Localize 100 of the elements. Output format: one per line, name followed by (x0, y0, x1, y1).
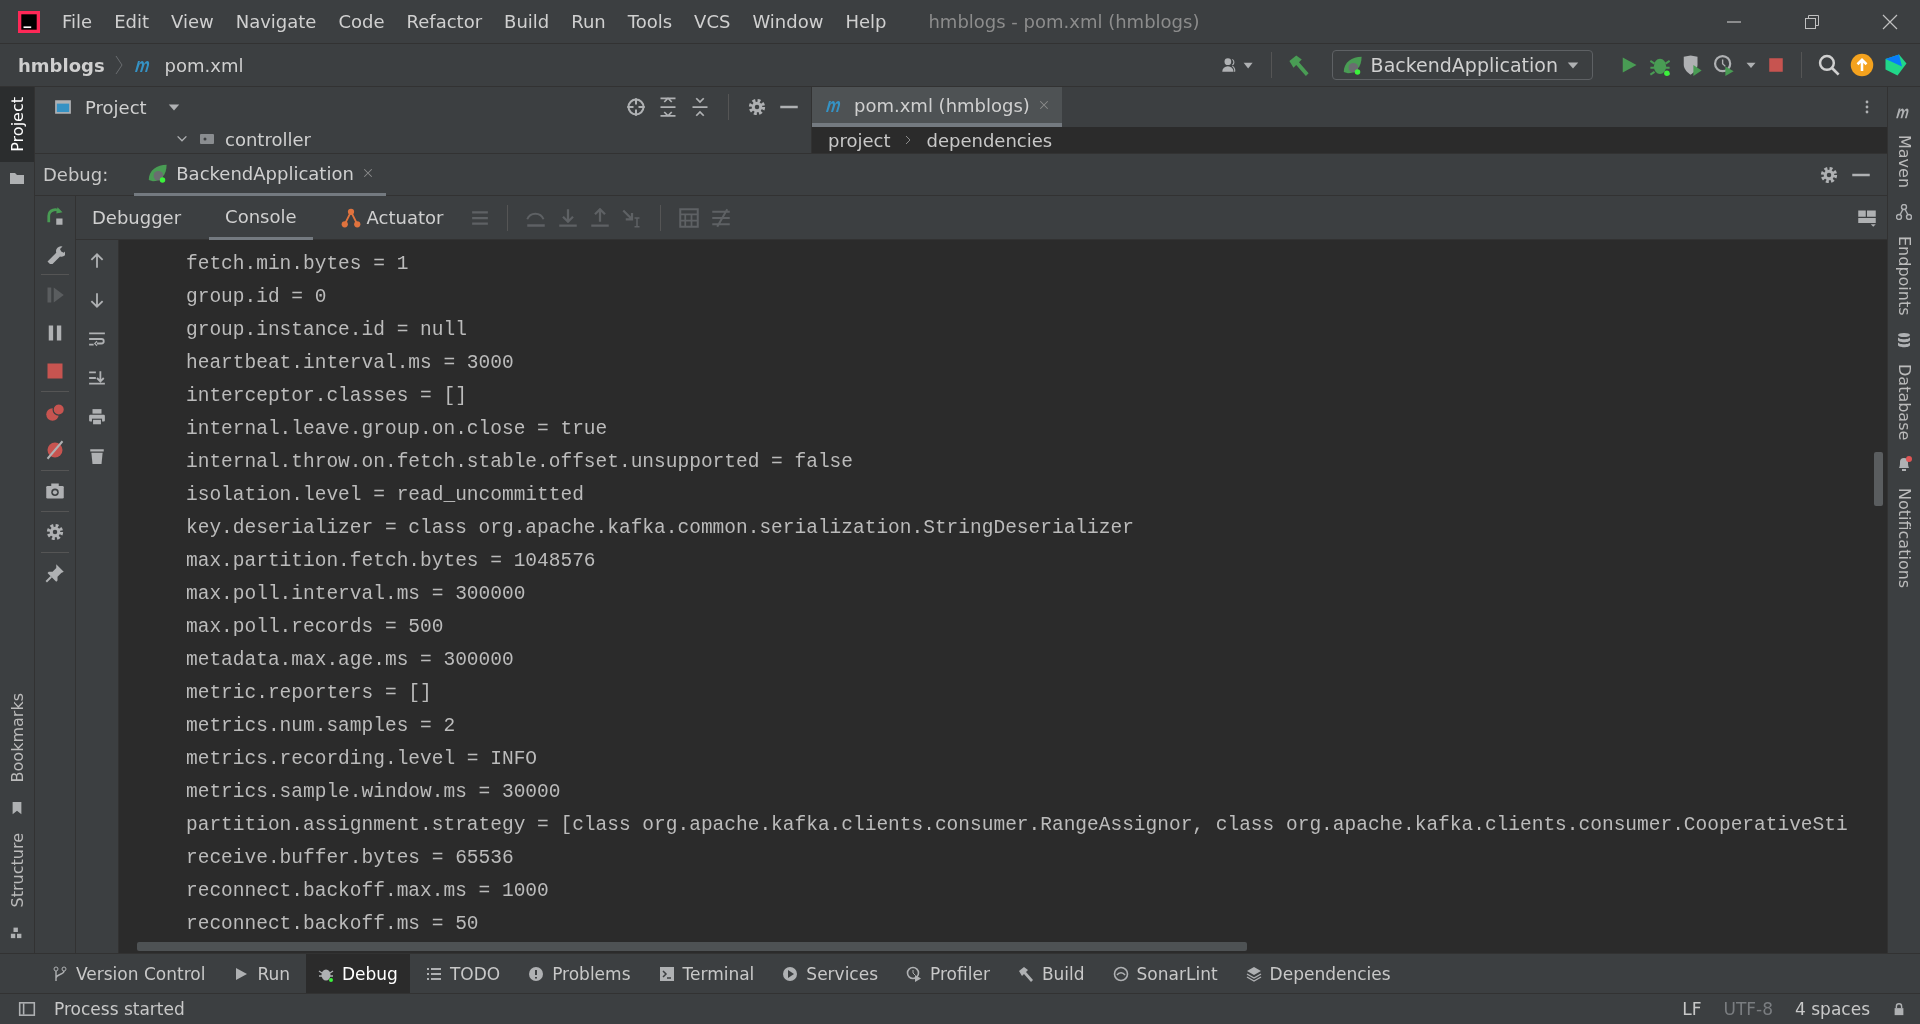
menu-item[interactable]: Refactor (406, 11, 483, 32)
console-line: partition.assignment.strategy = [class org.apache.kafka.clients.consumer.RangeAssignor, class org.apache.kafka.clients.consumer.CooperativeSti (186, 813, 1848, 838)
console-line: metrics.sample.window.ms = 30000 (186, 780, 561, 805)
hammer-icon[interactable] (1287, 54, 1310, 76)
tool-window-tab[interactable]: Notifications (1887, 477, 1920, 599)
close-icon[interactable] (1882, 13, 1898, 30)
menu-item[interactable]: Window (752, 11, 824, 32)
mute-breakpoints-icon[interactable] (45, 440, 65, 460)
tool-window-tab[interactable]: Project (0, 87, 34, 162)
menu-item[interactable]: Navigate (235, 11, 317, 32)
window-title: hmblogs - pom.xml (hmblogs) (928, 11, 1200, 32)
tab-label: BackendApplication (176, 162, 354, 184)
terminal-icon (658, 965, 675, 982)
up-arrow-icon[interactable] (88, 252, 106, 270)
menu-item[interactable]: Code (338, 11, 385, 32)
run-configuration-dropdown[interactable]: BackendApplication (1331, 50, 1593, 80)
hammer-icon (1017, 965, 1034, 982)
expand-all-icon[interactable] (658, 97, 678, 117)
trash-icon[interactable] (88, 447, 106, 465)
menu-item[interactable]: File (62, 11, 93, 32)
stop-icon[interactable] (45, 361, 65, 381)
window-icon (53, 98, 73, 116)
pin-icon[interactable] (45, 563, 65, 583)
tool-window-button[interactable]: Profiler (894, 954, 1002, 993)
editor-tab[interactable]: pom.xml (hmblogs) (812, 87, 1062, 127)
target-icon[interactable] (626, 97, 646, 117)
shield-icon[interactable] (1681, 54, 1703, 76)
database-icon[interactable] (1896, 331, 1912, 348)
bookmark-icon[interactable] (10, 800, 24, 815)
tool-window-button[interactable]: Problems (516, 954, 643, 993)
tool-window-button[interactable]: Debug (306, 954, 410, 993)
tool-window-button[interactable]: Terminal (646, 954, 767, 993)
down-arrow-icon[interactable] (88, 291, 106, 309)
tool-window-tab[interactable]: Endpoints (1887, 226, 1920, 326)
tool-window-button[interactable]: SonarLint (1100, 954, 1230, 993)
scrollbar[interactable] (1874, 452, 1883, 506)
line-separator[interactable]: LF (1682, 999, 1702, 1019)
lock-icon[interactable] (1892, 1002, 1906, 1016)
stop-icon[interactable] (1767, 56, 1785, 74)
tool-window-button[interactable]: TODO (413, 954, 513, 993)
soft-wrap-icon[interactable] (88, 330, 106, 348)
profiler-icon[interactable] (1713, 54, 1735, 76)
rerun-icon[interactable] (45, 206, 65, 226)
branch-icon (52, 965, 68, 982)
structure-icon[interactable] (10, 925, 24, 939)
settings-icon[interactable] (747, 97, 767, 117)
console-line: reconnect.backoff.max.ms = 1000 (186, 879, 549, 904)
actuator-icon (340, 207, 361, 228)
scrollbar[interactable] (137, 942, 1247, 951)
profiler-icon (906, 965, 923, 982)
restore-icon[interactable] (1804, 13, 1820, 30)
user-icon[interactable] (1220, 56, 1255, 74)
collapse-all-icon[interactable] (690, 97, 710, 117)
menu-item[interactable]: Tools (627, 11, 673, 32)
tool-window-tab[interactable]: Structure (0, 822, 34, 917)
debugger-tab[interactable]: Debugger (76, 195, 198, 240)
console-line: max.partition.fetch.bytes = 1048576 (186, 549, 596, 574)
tree-item[interactable]: controller (225, 128, 311, 150)
settings-icon[interactable] (45, 522, 65, 542)
wrench-icon[interactable] (45, 244, 65, 264)
console-line: receive.buffer.bytes = 65536 (186, 846, 514, 871)
console-line: interceptor.classes = [] (186, 384, 467, 409)
session-tab[interactable]: BackendApplication (134, 153, 386, 196)
panel-title: Debug: (43, 164, 109, 185)
breadcrumb-item[interactable]: project (828, 129, 891, 151)
panel-icon[interactable] (18, 1000, 36, 1018)
breadcrumb-item[interactable]: hmblogs (18, 54, 105, 76)
menu-item[interactable]: Help (845, 11, 887, 32)
close-icon[interactable] (361, 167, 374, 179)
bell-icon[interactable] (1896, 455, 1912, 472)
endpoints-icon[interactable] (1896, 204, 1912, 221)
menu-item[interactable]: View (171, 11, 214, 32)
update-icon[interactable] (1850, 53, 1874, 77)
tool-window-tab[interactable]: Maven (1887, 125, 1920, 199)
menu-item[interactable]: Build (504, 11, 550, 32)
print-icon[interactable] (88, 408, 106, 426)
camera-icon[interactable] (45, 481, 65, 501)
layers-icon (1245, 965, 1262, 982)
console-line: group.instance.id = null (186, 318, 467, 343)
tool-window-button[interactable]: Dependencies (1233, 954, 1403, 993)
breadcrumb-item[interactable]: dependencies (926, 129, 1053, 151)
panel-title[interactable]: Project (85, 96, 147, 118)
menu-item[interactable]: Run (571, 11, 606, 32)
tool-window-button[interactable]: Services (770, 954, 891, 993)
menu-item[interactable]: Edit (114, 11, 149, 32)
tool-window-button[interactable]: Build (1005, 954, 1097, 993)
tool-window-button[interactable]: Version Control (40, 954, 218, 993)
breadcrumb-item[interactable]: pom.xml (164, 54, 244, 76)
debugger-tab[interactable]: Actuator (324, 195, 460, 240)
tool-window-tab[interactable]: Database (1887, 353, 1920, 450)
settings-icon[interactable] (1819, 164, 1839, 185)
indent-setting[interactable]: 4 spaces (1795, 999, 1870, 1019)
tool-window-button[interactable]: Run (221, 954, 302, 993)
menu-item[interactable]: VCS (694, 11, 731, 32)
tool-window-tab[interactable]: Bookmarks (0, 683, 34, 793)
warning-icon (528, 965, 545, 982)
scroll-to-end-icon[interactable] (88, 369, 106, 387)
breakpoints-icon[interactable] (45, 402, 65, 422)
search-icon[interactable] (1818, 54, 1840, 76)
console-line: group.id = 0 (186, 285, 327, 310)
